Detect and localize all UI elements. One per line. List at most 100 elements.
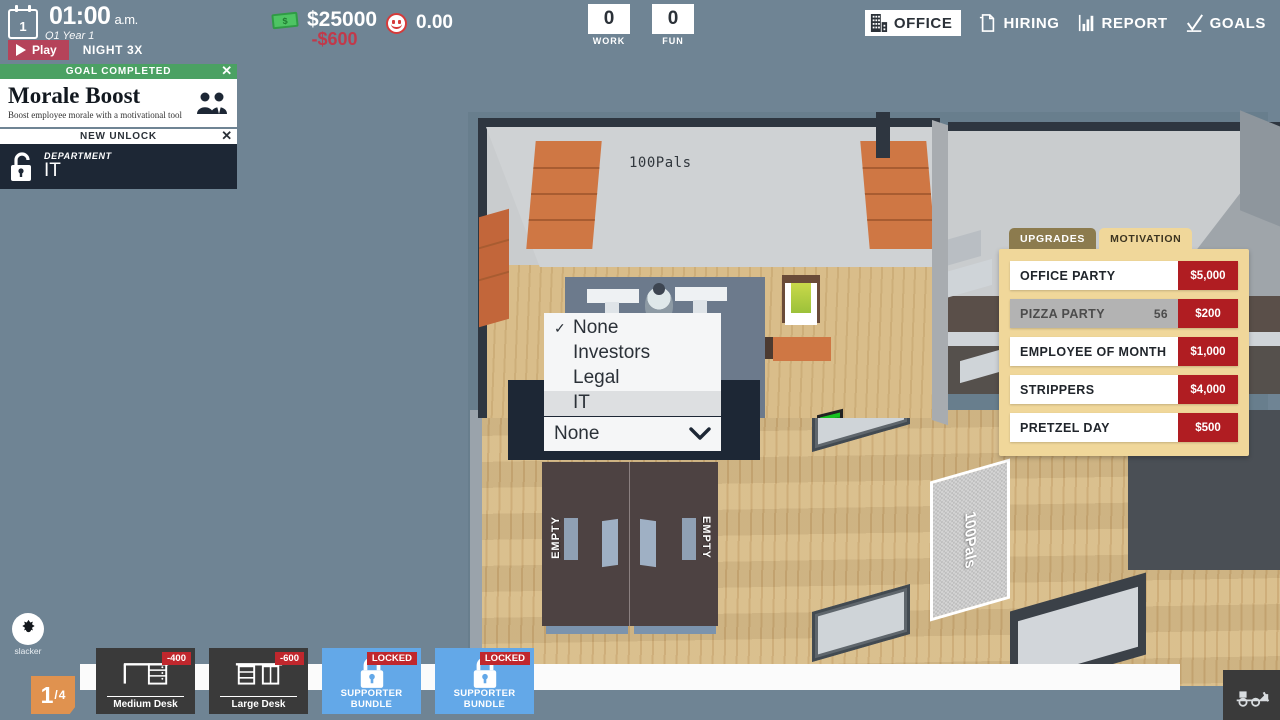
nav-goals[interactable]: GOALS: [1186, 13, 1266, 33]
desk-base: [634, 626, 716, 634]
panel-body: OFFICE PARTY $5,000 PIZZA PARTY 56 $200 …: [999, 249, 1249, 456]
department-select-value: None: [554, 423, 600, 444]
build-item-locked-badge: LOCKED: [479, 652, 530, 665]
check-icon: ✓: [554, 319, 566, 336]
dropdown-option-investors[interactable]: Investors: [544, 341, 721, 366]
dropdown-option-it[interactable]: IT: [544, 391, 721, 416]
stat-fun: 0 FUN: [652, 4, 694, 46]
money-delta: -$600: [311, 29, 358, 49]
stat-work-value: 0: [588, 4, 630, 34]
clock-meridiem: a.m.: [114, 12, 138, 27]
motivation-row[interactable]: PIZZA PARTY 56 $200: [1010, 299, 1238, 328]
department-dropdown-list[interactable]: ✓ None Investors Legal IT: [544, 313, 721, 416]
keyboard-icon: [682, 518, 696, 560]
stats-group: 0 WORK 0 FUN: [588, 4, 694, 46]
bulldoze-button[interactable]: [1223, 670, 1280, 720]
cabinet[interactable]: [860, 141, 936, 249]
motivation-row[interactable]: EMPLOYEE OF MONTH $1,000: [1010, 337, 1238, 366]
rug-label: 100Pals: [961, 509, 979, 571]
tab-motivation[interactable]: MOTIVATION: [1099, 228, 1193, 249]
close-icon[interactable]: ✕: [221, 63, 233, 78]
nav-hiring[interactable]: HIRING: [979, 13, 1059, 33]
build-item-price: -600: [274, 652, 304, 665]
speed-label[interactable]: NIGHT 3X: [83, 43, 143, 57]
calendar-icon: 1: [8, 5, 38, 39]
building-icon: [870, 14, 887, 32]
build-item-locked-badge: LOCKED: [366, 652, 417, 665]
right-wall-slab: [1240, 110, 1280, 230]
build-item-large-desk[interactable]: -600 Large Desk: [209, 648, 308, 714]
motivation-name-wrap: PIZZA PARTY 56: [1010, 299, 1178, 328]
two-people-icon: [197, 92, 227, 114]
dropdown-option-none[interactable]: ✓ None: [544, 316, 721, 341]
page-current: 1: [40, 681, 54, 708]
smiley-icon: [386, 12, 407, 34]
department-select[interactable]: None: [544, 417, 721, 451]
build-item-medium-desk[interactable]: -400 Medium Desk: [96, 648, 195, 714]
play-icon: [16, 44, 26, 56]
motivation-row[interactable]: OFFICE PARTY $5,000: [1010, 261, 1238, 290]
clock-time: 01:00 a.m.: [49, 2, 138, 30]
motivation-cost[interactable]: $5,000: [1178, 261, 1238, 290]
motivation-cost[interactable]: $200: [1178, 299, 1238, 328]
motivation-name: EMPLOYEE OF MONTH: [1020, 344, 1167, 359]
build-toolbar: -400 Medium Desk -600 Large Desk LOCKED …: [96, 648, 534, 714]
game-screen: 100Pals EMPTY EMPTY 100Pals 1 01:00 a.m.…: [0, 0, 1280, 720]
stat-work: 0 WORK: [588, 4, 630, 46]
empty-desk-pair[interactable]: EMPTY EMPTY: [542, 462, 718, 634]
notification-stack: GOAL COMPLETED ✕ Morale Boost Boost empl…: [0, 63, 237, 191]
dropdown-option-label: Legal: [573, 367, 620, 388]
slacker-icon: [12, 613, 44, 645]
document-icon: [980, 14, 995, 32]
keyboard-icon: [564, 518, 578, 560]
motivation-cost[interactable]: $1,000: [1178, 337, 1238, 366]
left-wall-edge: [470, 410, 482, 686]
motivation-cost[interactable]: $500: [1178, 413, 1238, 442]
workstation-icon: [587, 289, 639, 303]
tab-upgrades[interactable]: UPGRADES: [1009, 228, 1097, 249]
speed-controls: Play NIGHT 3X: [8, 40, 143, 60]
motivation-count: 56: [1153, 306, 1168, 321]
motivation-row[interactable]: PRETZEL DAY $500: [1010, 413, 1238, 442]
build-item-supporter-bundle[interactable]: LOCKED SUPPORTER BUNDLE: [435, 648, 534, 714]
calendar-day: 1: [19, 19, 27, 34]
wall-painting[interactable]: [782, 275, 820, 325]
cabinet[interactable]: [479, 208, 509, 328]
cabinet[interactable]: [526, 141, 602, 249]
play-button[interactable]: Play: [8, 40, 69, 60]
open-lock-icon: [11, 151, 31, 181]
motivation-cost[interactable]: $4,000: [1178, 375, 1238, 404]
desk-base: [546, 626, 628, 634]
wall-post: [876, 112, 890, 158]
nav-report[interactable]: REPORT: [1078, 13, 1168, 33]
notification-header: GOAL COMPLETED ✕: [0, 63, 237, 79]
checkmark-icon: [1186, 14, 1203, 32]
stat-work-caption: WORK: [592, 36, 626, 46]
bulldozer-icon: [1236, 691, 1269, 707]
notification-body[interactable]: DEPARTMENT IT: [0, 144, 237, 189]
monitor-icon: [602, 518, 618, 568]
notification-subtitle: Boost employee morale with a motivationa…: [8, 110, 182, 120]
page-total: 4: [58, 688, 66, 702]
motivation-name: PIZZA PARTY: [1020, 306, 1105, 321]
build-item-supporter-bundle[interactable]: LOCKED SUPPORTER BUNDLE: [322, 648, 421, 714]
build-item-price: -400: [161, 652, 191, 665]
nav-goals-label: GOALS: [1209, 14, 1266, 32]
nav-report-label: REPORT: [1101, 14, 1168, 32]
sideboard-orange: [773, 337, 831, 361]
company-sign: 100Pals: [629, 155, 692, 171]
nav-office[interactable]: OFFICE: [864, 10, 962, 36]
slacker-indicator[interactable]: slacker: [11, 613, 45, 656]
notification-header-label: NEW UNLOCK: [80, 131, 157, 142]
motivation-name-wrap: OFFICE PARTY: [1010, 261, 1178, 290]
notification-header-label: GOAL COMPLETED: [65, 66, 172, 77]
dropdown-option-legal[interactable]: Legal: [544, 366, 721, 391]
dropdown-option-label: IT: [573, 392, 590, 413]
page-indicator[interactable]: 1 / 4: [31, 676, 75, 714]
motivation-row[interactable]: STRIPPERS $4,000: [1010, 375, 1238, 404]
notification-body[interactable]: Morale Boost Boost employee morale with …: [0, 79, 237, 127]
monitor-icon: [640, 518, 656, 568]
close-icon[interactable]: ✕: [221, 128, 233, 143]
motivation-name-wrap: EMPLOYEE OF MONTH: [1010, 337, 1178, 366]
motivation-name: PRETZEL DAY: [1020, 420, 1110, 435]
